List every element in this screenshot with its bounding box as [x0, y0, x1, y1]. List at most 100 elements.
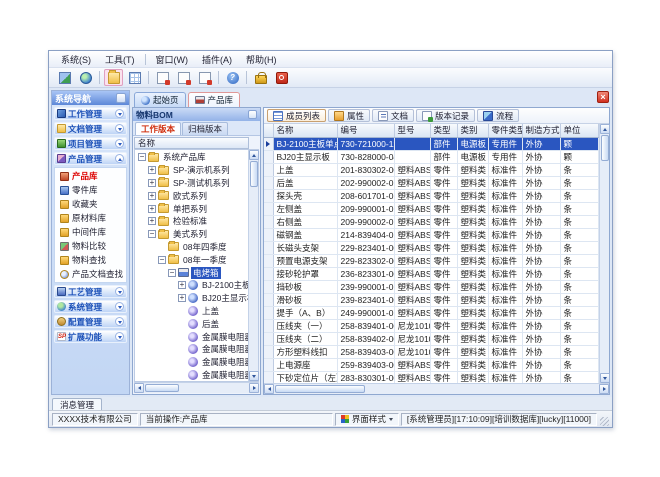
- sidebar-collapse-button[interactable]: [116, 93, 126, 103]
- table-row[interactable]: 接砂轮护罩236-823301-00E塑料ABS零件塑料类标准件外协条: [264, 267, 599, 280]
- expand-icon[interactable]: +: [178, 281, 186, 289]
- scroll-thumb[interactable]: [145, 384, 179, 392]
- detail-tab-0[interactable]: 成员列表: [267, 109, 326, 122]
- bom-tab-0[interactable]: 工作版本: [135, 122, 181, 135]
- sidebar-group-process[interactable]: 工艺管理: [54, 285, 127, 298]
- chevron-down-icon[interactable]: [115, 317, 124, 326]
- tree-node[interactable]: +SP-测试机系列: [135, 177, 248, 190]
- sidebar-group-work[interactable]: 工作管理: [54, 107, 127, 120]
- scroll-up-icon[interactable]: [600, 124, 610, 134]
- sidebar-item[interactable]: 收藏夹: [55, 197, 126, 211]
- scroll-right-icon[interactable]: [249, 383, 259, 393]
- tree-node[interactable]: +SP-演示机系列: [135, 164, 248, 177]
- lock-button[interactable]: [251, 69, 270, 86]
- scroll-thumb[interactable]: [601, 135, 609, 161]
- grid-horizontal-scrollbar[interactable]: [264, 383, 609, 394]
- detail-tab-3[interactable]: 版本记录: [416, 109, 475, 122]
- sidebar-item[interactable]: 物料查找: [55, 253, 126, 267]
- table-row[interactable]: 下砂定位片（左）283-830301-00E塑料ABS零件塑料类标准件外协条: [264, 371, 599, 383]
- column-header-5[interactable]: 零件类型: [488, 124, 522, 137]
- table-row[interactable]: 压线夹（一）258-839401-00E尼龙1010零件塑料类标准件外协条: [264, 319, 599, 332]
- column-header-1[interactable]: 编号: [337, 124, 394, 137]
- expand-icon[interactable]: +: [148, 166, 156, 174]
- detail-tab-1[interactable]: 属性: [328, 109, 370, 122]
- chevron-down-icon[interactable]: [115, 287, 124, 296]
- table-row[interactable]: 压线夹（二）258-839402-00E尼龙1010零件塑料类标准件外协条: [264, 332, 599, 345]
- expand-icon[interactable]: +: [148, 192, 156, 200]
- collapse-icon[interactable]: −: [138, 153, 146, 161]
- chevron-down-icon[interactable]: [115, 302, 124, 311]
- sidebar-group-system[interactable]: 系统管理: [54, 300, 127, 313]
- chevron-down-icon[interactable]: [115, 332, 124, 341]
- doc-delete-button[interactable]: [195, 69, 214, 86]
- sidebar-item[interactable]: 原材料库: [55, 211, 126, 225]
- tree-node[interactable]: −美式系列: [135, 228, 248, 241]
- folder-button[interactable]: [104, 69, 123, 86]
- table-row[interactable]: 挡砂板239-990001-01E塑料ABS零件塑料类标准件外协条: [264, 280, 599, 293]
- scroll-down-icon[interactable]: [249, 371, 259, 381]
- tree-node[interactable]: 金属膜电阻器: [135, 330, 248, 343]
- bom-tab-1[interactable]: 归档版本: [182, 122, 228, 135]
- tree-node[interactable]: +BJ-2100主板单点: [135, 279, 248, 292]
- tree-node[interactable]: +检验标准: [135, 215, 248, 228]
- resize-grip[interactable]: [600, 417, 609, 426]
- tree-node[interactable]: 金属膜电阻器: [135, 356, 248, 369]
- table-row[interactable]: 后盖202-990002-01E塑料ABS零件塑料类标准件外协条: [264, 176, 599, 189]
- column-header-4[interactable]: 类别: [457, 124, 488, 137]
- table-row[interactable]: BJ20主显示板730-828000-04E部件电源板专用件外协颗: [264, 150, 599, 163]
- chevron-down-icon[interactable]: [115, 139, 124, 148]
- help-button[interactable]: [223, 69, 242, 86]
- sidebar-item[interactable]: 物料比较: [55, 239, 126, 253]
- scroll-down-icon[interactable]: [600, 373, 610, 383]
- table-row[interactable]: 探头壳208-601701-01E塑料ABS零件塑料类标准件外协条: [264, 189, 599, 202]
- chevron-down-icon[interactable]: [115, 124, 124, 133]
- table-row[interactable]: 左侧盖209-990001-01E塑料ABS零件塑料类标准件外协条: [264, 202, 599, 215]
- menu-item-0[interactable]: 系统(S): [54, 52, 98, 67]
- tree-node[interactable]: −电烤箱: [135, 266, 248, 279]
- table-row[interactable]: 预置电源支架229-823302-00E塑料ABS零件塑料类标准件外协条: [264, 254, 599, 267]
- tree-vertical-scrollbar[interactable]: [248, 150, 258, 381]
- scroll-left-icon[interactable]: [134, 383, 144, 393]
- tree-node[interactable]: 后盖: [135, 317, 248, 330]
- doc-open-button[interactable]: [174, 69, 193, 86]
- message-manager-tab[interactable]: 消息管理: [52, 398, 102, 410]
- scroll-thumb[interactable]: [275, 385, 365, 393]
- ui-style-dropdown[interactable]: 界面样式: [335, 413, 399, 426]
- sidebar-item[interactable]: 中间件库: [55, 225, 126, 239]
- browser-button[interactable]: [76, 69, 95, 86]
- tree-horizontal-scrollbar[interactable]: [134, 382, 259, 393]
- expand-icon[interactable]: +: [148, 205, 156, 213]
- expand-icon[interactable]: +: [148, 217, 156, 225]
- collapse-icon[interactable]: −: [148, 230, 156, 238]
- tree-node[interactable]: −08年一季度: [135, 253, 248, 266]
- collapse-icon[interactable]: −: [158, 256, 166, 264]
- tree-column-header[interactable]: 名称: [134, 137, 249, 149]
- tree-node[interactable]: 08年四季度: [135, 241, 248, 254]
- expand-icon[interactable]: +: [148, 179, 156, 187]
- table-row[interactable]: 磁钢盖214-839404-01E塑料ABS零件塑料类标准件外协条: [264, 228, 599, 241]
- bom-panel-menu-button[interactable]: [248, 110, 257, 119]
- tree-node[interactable]: 金属膜电阻器: [135, 369, 248, 381]
- menu-item-3[interactable]: 插件(A): [195, 52, 239, 67]
- scroll-right-icon[interactable]: [599, 384, 609, 394]
- detail-tab-4[interactable]: 流程: [477, 109, 519, 122]
- grid-vertical-scrollbar[interactable]: [599, 124, 609, 383]
- column-header-6[interactable]: 制造方式: [522, 124, 560, 137]
- sidebar-group-config[interactable]: 配置管理: [54, 315, 127, 328]
- table-row[interactable]: 长磁头支架229-823401-00E塑料ABS零件塑料类标准件外协条: [264, 241, 599, 254]
- system-button[interactable]: [55, 69, 74, 86]
- tree-node[interactable]: 金属膜电阻器: [135, 343, 248, 356]
- column-header-7[interactable]: 单位: [560, 124, 599, 137]
- table-row[interactable]: 上盖201-830302-00E塑料ABS零件塑料类标准件外协条: [264, 163, 599, 176]
- table-row[interactable]: 上电源座259-839403-00E塑料ABS零件塑料类标准件外协条: [264, 358, 599, 371]
- menu-item-1[interactable]: 工具(T): [98, 52, 142, 67]
- tree-node[interactable]: 上盖: [135, 305, 248, 318]
- doc-tab-1[interactable]: 产品库: [188, 92, 241, 107]
- sidebar-group-document[interactable]: 文档管理: [54, 122, 127, 135]
- tree-node[interactable]: +BJ20主显示板: [135, 292, 248, 305]
- collapse-icon[interactable]: −: [168, 269, 176, 277]
- exit-button[interactable]: [272, 69, 291, 86]
- column-header-2[interactable]: 型号: [394, 124, 430, 137]
- grid-button[interactable]: [125, 69, 144, 86]
- doc-new-button[interactable]: [153, 69, 172, 86]
